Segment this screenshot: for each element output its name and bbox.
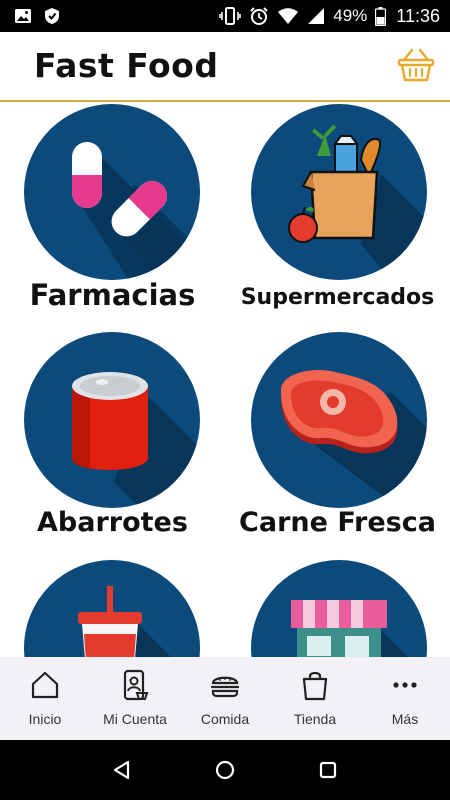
back-button[interactable] bbox=[107, 755, 137, 785]
nav-label: Más bbox=[391, 711, 419, 727]
more-dots-icon bbox=[393, 682, 417, 688]
can-icon bbox=[24, 332, 200, 508]
shield-icon bbox=[44, 7, 60, 25]
alarm-icon bbox=[249, 6, 269, 26]
category-label: Abarrotes bbox=[37, 507, 188, 538]
wifi-icon bbox=[277, 7, 299, 25]
basket-icon bbox=[397, 48, 435, 82]
steak-icon bbox=[251, 332, 427, 508]
image-icon bbox=[14, 8, 32, 24]
category-label: Carne Fresca bbox=[239, 507, 436, 538]
home-button[interactable] bbox=[210, 755, 240, 785]
pills-icon bbox=[24, 104, 200, 280]
category-grid: Farmacias Supermercados Abarrotes Carne … bbox=[0, 102, 450, 658]
nav-tienda[interactable]: Tienda bbox=[270, 657, 360, 740]
nav-label: Mi Cuenta bbox=[103, 711, 167, 727]
app-title: Fast Food bbox=[34, 46, 219, 85]
nav-comida[interactable]: Comida bbox=[180, 657, 270, 740]
bottom-navigation: Inicio Mi Cuenta Comida Tienda Más bbox=[0, 657, 450, 740]
nav-label: Comida bbox=[200, 711, 250, 727]
nav-mas[interactable]: Más bbox=[360, 657, 450, 740]
category-abarrotes[interactable]: Abarrotes bbox=[0, 330, 225, 558]
category-tiendas[interactable] bbox=[225, 558, 450, 658]
account-phone-icon bbox=[123, 669, 149, 701]
app-header: Fast Food bbox=[0, 32, 450, 102]
battery-percent: 49% bbox=[333, 6, 368, 25]
category-farmacias[interactable]: Farmacias bbox=[0, 102, 225, 330]
recents-button[interactable] bbox=[313, 755, 343, 785]
store-icon bbox=[251, 560, 427, 658]
nav-label: Inicio bbox=[28, 711, 62, 727]
signal-icon bbox=[307, 7, 325, 25]
category-supermercados[interactable]: Supermercados bbox=[225, 102, 450, 330]
home-circle-icon bbox=[215, 760, 235, 780]
back-icon bbox=[113, 760, 129, 780]
status-time: 11:36 bbox=[396, 5, 440, 26]
vibrate-icon bbox=[219, 7, 242, 25]
system-navigation-bar bbox=[0, 740, 450, 800]
recents-icon bbox=[320, 761, 337, 779]
category-label: Supermercados bbox=[240, 285, 435, 310]
battery-icon bbox=[375, 6, 387, 26]
category-bebidas[interactable] bbox=[0, 558, 225, 658]
status-bar: 49% 11:36 bbox=[0, 0, 450, 32]
category-carne-fresca[interactable]: Carne Fresca bbox=[225, 330, 450, 558]
cart-button[interactable] bbox=[396, 46, 436, 86]
nav-label: Tienda bbox=[293, 711, 337, 727]
category-label: Farmacias bbox=[29, 278, 196, 312]
grocery-bag-icon bbox=[251, 104, 427, 280]
burger-icon bbox=[210, 676, 240, 698]
nav-mi-cuenta[interactable]: Mi Cuenta bbox=[90, 657, 180, 740]
drink-cup-icon bbox=[24, 560, 200, 658]
shopping-bag-icon bbox=[302, 671, 328, 701]
home-icon bbox=[31, 671, 59, 699]
nav-inicio[interactable]: Inicio bbox=[0, 657, 90, 740]
